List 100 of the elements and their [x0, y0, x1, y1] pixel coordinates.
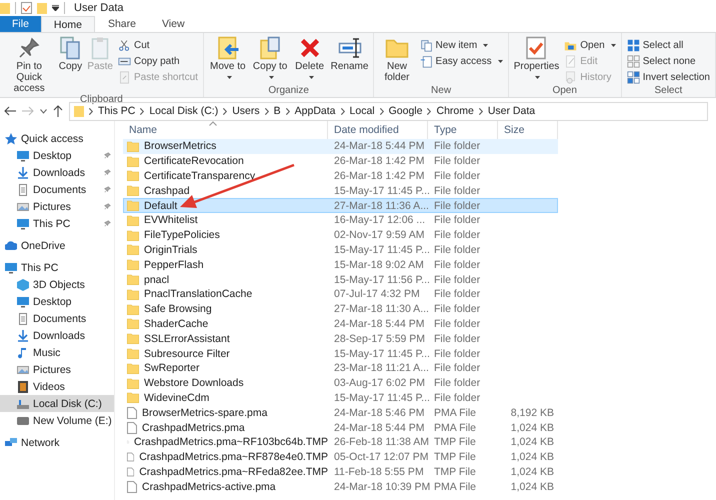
file-name: EVWhitelist: [144, 214, 198, 226]
ribbon-tab[interactable]: Share: [94, 16, 149, 32]
desktop-icon: [17, 218, 29, 230]
size-cell-text: 8,192 KB: [510, 406, 555, 419]
breadcrumb-link[interactable]: Chrome: [436, 105, 474, 117]
ribbon-button[interactable]: Select none: [624, 54, 712, 68]
breadcrumb-link[interactable]: Local: [350, 105, 375, 117]
chevron-right-icon[interactable]: [140, 108, 144, 114]
back-arrow-icon[interactable]: [4, 106, 16, 116]
network-icon: [5, 436, 17, 448]
file-row[interactable]: WidevineCdm 15-May-17 11:45 P... File folder: [123, 390, 558, 406]
ribbon-button[interactable]: Delete: [292, 35, 328, 85]
breadcrumb-link[interactable]: This PC: [98, 105, 136, 117]
sidebar-item[interactable]: Pictures: [0, 198, 114, 215]
sidebar-item[interactable]: Documents: [0, 181, 114, 198]
breadcrumb-link[interactable]: User Data: [488, 105, 536, 117]
properties-icon[interactable]: [21, 2, 32, 14]
file-row[interactable]: Webstore Downloads 03-Aug-17 6:02 PM File folder: [123, 376, 558, 391]
dropdown-icon[interactable]: [52, 5, 59, 11]
file-name: ShaderCache: [144, 318, 208, 330]
date-cell-text: 28-Sep-17 5:59 PM: [333, 332, 426, 345]
sidebar-item[interactable]: Desktop: [0, 147, 114, 164]
file-row[interactable]: Subresource Filter 15-May-17 11:45 P... File folder: [123, 346, 558, 361]
chevron-right-icon[interactable]: [478, 108, 483, 114]
file-row[interactable]: FileTypePolicies 02-Nov-17 9:59 AM File folder: [123, 228, 558, 243]
breadcrumb-link[interactable]: Google: [388, 105, 422, 117]
chevron-right-icon[interactable]: [286, 108, 290, 114]
ribbon-button[interactable]: Cut: [116, 38, 200, 52]
file-row[interactable]: PnaclTranslationCache 07-Jul-17 4:32 PM File folder: [123, 286, 558, 302]
folder-icon: [127, 140, 139, 152]
file-menu-tab[interactable]: File: [0, 16, 41, 32]
sidebar-item[interactable]: Local Disk (C:): [0, 395, 114, 412]
file-row[interactable]: CertificateRevocation 26-Mar-18 1:42 PM File folder: [123, 154, 558, 169]
ribbon-button[interactable]: Copy: [56, 35, 84, 94]
sidebar-item[interactable]: Downloads: [0, 164, 114, 181]
file-row[interactable]: CrashpadMetrics-active.pma 24-Mar-18 10:39 PM PMA File 1,024 KB: [123, 479, 558, 494]
chevron-down-icon[interactable]: [40, 108, 47, 114]
breadcrumb-link[interactable]: Users: [232, 105, 260, 117]
ribbon-button[interactable]: Move to: [206, 35, 249, 85]
props-icon: [524, 36, 548, 60]
sidebar-item[interactable]: Videos: [0, 378, 114, 395]
file-row[interactable]: pnacl 15-May-17 11:56 P... File folder: [123, 272, 558, 287]
file-row[interactable]: BrowserMetrics-spare.pma 24-Mar-18 5:46 PM PMA File 8,192 KB: [123, 405, 558, 420]
chevron-right-icon[interactable]: [264, 108, 269, 114]
ribbon-tab[interactable]: View: [148, 16, 198, 32]
up-arrow-icon[interactable]: [53, 105, 63, 117]
ribbon-button[interactable]: Easy access: [418, 54, 505, 68]
sidebar-item[interactable]: New Volume (E:): [0, 412, 114, 429]
sidebar-item[interactable]: This PC: [0, 215, 114, 232]
ribbon-button[interactable]: Rename: [328, 35, 370, 85]
file-row[interactable]: SSLErrorAssistant 28-Sep-17 5:59 PM File folder: [123, 331, 558, 346]
folder-icon: [127, 230, 139, 241]
file-row[interactable]: Default 27-Mar-18 11:36 A... File folder: [123, 198, 558, 213]
ribbon-tab[interactable]: Home: [40, 16, 95, 32]
sidebar-item[interactable]: Documents: [0, 310, 114, 327]
ribbon-button[interactable]: New folder: [377, 35, 417, 85]
sidebar-item[interactable]: 3D Objects: [0, 276, 114, 293]
ribbon-button[interactable]: New item: [418, 38, 505, 52]
sidebar-item[interactable]: This PC: [0, 259, 114, 276]
ribbon-button[interactable]: Select all: [624, 38, 712, 52]
breadcrumb-link[interactable]: AppData: [294, 105, 336, 117]
sidebar-item[interactable]: Downloads: [0, 327, 114, 344]
sidebar-item[interactable]: Quick access: [0, 130, 114, 147]
ribbon-button[interactable]: Invert selection: [624, 70, 712, 84]
file-row[interactable]: Crashpad 15-May-17 11:45 P... File folder: [123, 183, 558, 198]
sidebar-item[interactable]: Music: [0, 344, 114, 361]
file-row[interactable]: CrashpadMetrics.pma~RFeda82ee.TMP 11-Feb-18 5:55 PM TMP File 1,024 KB: [123, 464, 558, 480]
file-row[interactable]: CertificateTransparency 26-Mar-18 1:42 PM File folder: [123, 168, 558, 184]
breadcrumb-link[interactable]: Local Disk (C:): [149, 105, 218, 117]
sidebar-item[interactable]: Desktop: [0, 293, 114, 310]
type-cell-text: File folder: [433, 140, 480, 152]
ribbon-button[interactable]: Copy to: [250, 35, 291, 85]
folder-icon: [127, 378, 139, 389]
sidebar-item[interactable]: OneDrive: [0, 237, 114, 254]
ribbon-button[interactable]: Copy path: [116, 54, 200, 68]
date-cell-text: 27-Mar-18 11:30 A...: [333, 303, 429, 316]
breadcrumb-link[interactable]: B: [274, 105, 281, 117]
chevron-right-icon[interactable]: [89, 108, 93, 114]
file-row[interactable]: CrashpadMetrics.pma 24-Mar-18 5:44 PM PMA File 1,024 KB: [123, 420, 558, 435]
file-row[interactable]: CrashpadMetrics.pma~RF878e4e0.TMP 05-Oct-17 12:07 PM TMP File 1,024 KB: [123, 450, 558, 465]
sidebar-item[interactable]: Network: [0, 434, 114, 451]
file-row[interactable]: EVWhitelist 16-May-17 12:06 ... File folder: [123, 212, 558, 228]
file-row[interactable]: ShaderCache 24-Mar-18 5:44 PM File folder: [123, 316, 558, 332]
file-row[interactable]: OriginTrials 15-May-17 11:45 P... File folder: [123, 242, 558, 258]
file-row[interactable]: PepperFlash 15-Mar-18 9:02 AM File folder: [123, 257, 558, 272]
date-cell-text: 27-Mar-18 11:36 A...: [333, 200, 429, 212]
file-row[interactable]: CrashpadMetrics.pma~RF103bc64b.TMP 26-Feb-18 11:38 AM TMP File 1,024 KB: [123, 434, 558, 450]
ribbon-button[interactable]: Open: [562, 38, 618, 52]
chevron-right-icon[interactable]: [427, 108, 432, 114]
ribbon-button[interactable]: Pin to Quick access: [3, 35, 56, 94]
chevron-right-icon[interactable]: [380, 108, 384, 114]
chevron-right-icon[interactable]: [223, 108, 228, 114]
file-name: FileTypePolicies: [144, 229, 220, 242]
file-row[interactable]: Safe Browsing 27-Mar-18 11:30 A... File folder: [123, 302, 558, 317]
file-row[interactable]: SwReporter 23-Mar-18 11:21 A... File folder: [123, 360, 558, 376]
ribbon-button[interactable]: Properties: [512, 35, 562, 85]
sidebar-item[interactable]: Pictures: [0, 361, 114, 378]
file-row[interactable]: BrowserMetrics 24-Mar-18 5:44 PM File folder: [123, 139, 558, 154]
type-cell-text: File folder: [433, 229, 480, 242]
chevron-right-icon[interactable]: [340, 108, 345, 114]
